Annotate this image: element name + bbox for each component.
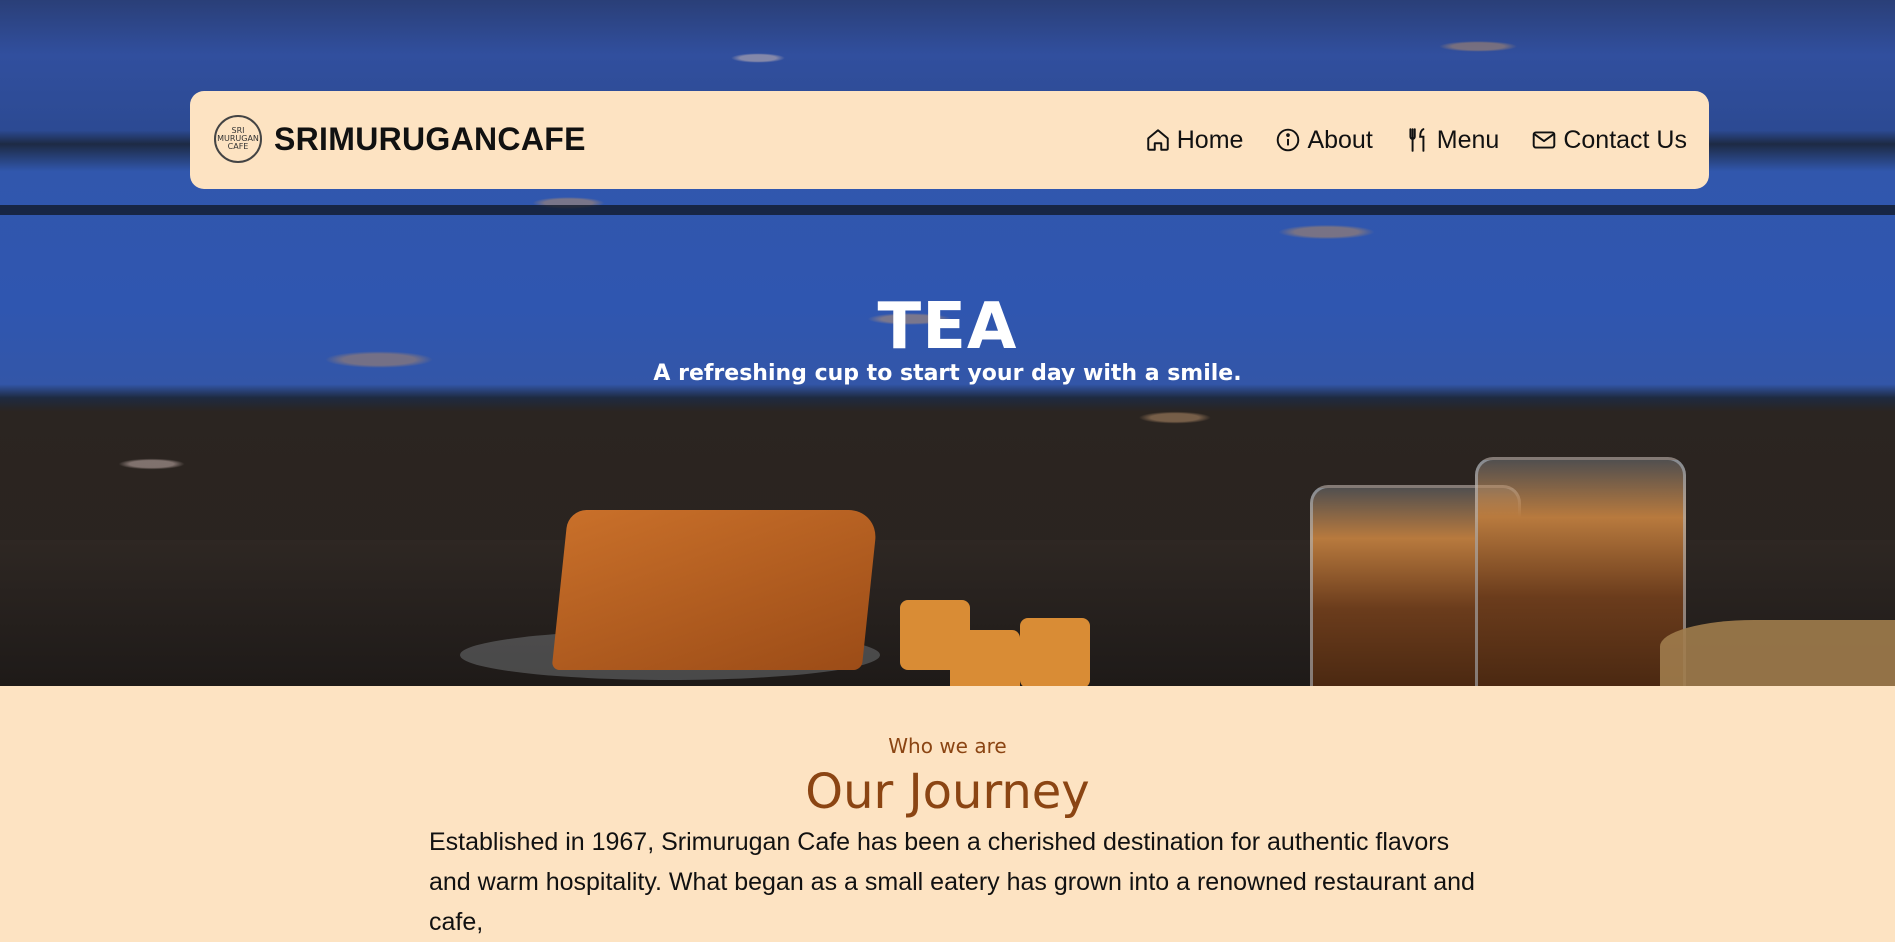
cafe-logo-icon: SRI MURUGAN CAFE xyxy=(214,115,262,163)
nav-item-home[interactable]: Home xyxy=(1145,125,1244,155)
burlap-cloth xyxy=(1660,620,1895,686)
nav-item-label: Home xyxy=(1176,125,1244,154)
section-eyebrow: Who we are xyxy=(888,734,1007,758)
nav-item-menu[interactable]: Menu xyxy=(1405,125,1500,155)
tea-cake-image xyxy=(551,510,879,670)
nav-item-label: Contact Us xyxy=(1563,125,1687,154)
nav-item-contact[interactable]: Contact Us xyxy=(1531,126,1687,155)
hero-subtitle: A refreshing cup to start your day with … xyxy=(653,361,1242,386)
nav-item-label: About xyxy=(1307,125,1373,154)
hero-title: TEA xyxy=(877,290,1018,364)
section-title: Our Journey xyxy=(805,764,1090,820)
brand-name: SRIMURUGANCAFE xyxy=(274,120,586,157)
about-text: Established in 1967, Srimurugan Cafe has… xyxy=(429,828,1475,936)
nav-item-about[interactable]: About xyxy=(1275,125,1373,155)
mail-icon xyxy=(1533,131,1556,149)
brand[interactable]: SRI MURUGAN CAFE SRIMURUGANCAFE xyxy=(214,115,586,163)
wood-crack xyxy=(0,205,1895,215)
navbar: SRI MURUGAN CAFE SRIMURUGANCAFE Home Abo… xyxy=(190,91,1709,189)
home-icon xyxy=(1147,129,1169,151)
tea-glass-right xyxy=(1475,457,1686,686)
snack-cubes-image xyxy=(890,600,1100,686)
nav-menu: Home About Menu Contact Us xyxy=(1145,91,1687,189)
info-icon xyxy=(1277,128,1300,152)
about-section: Who we are Our Journey Established in 19… xyxy=(0,686,1895,936)
nav-item-label: Menu xyxy=(1436,125,1500,154)
utensils-icon xyxy=(1409,128,1425,152)
